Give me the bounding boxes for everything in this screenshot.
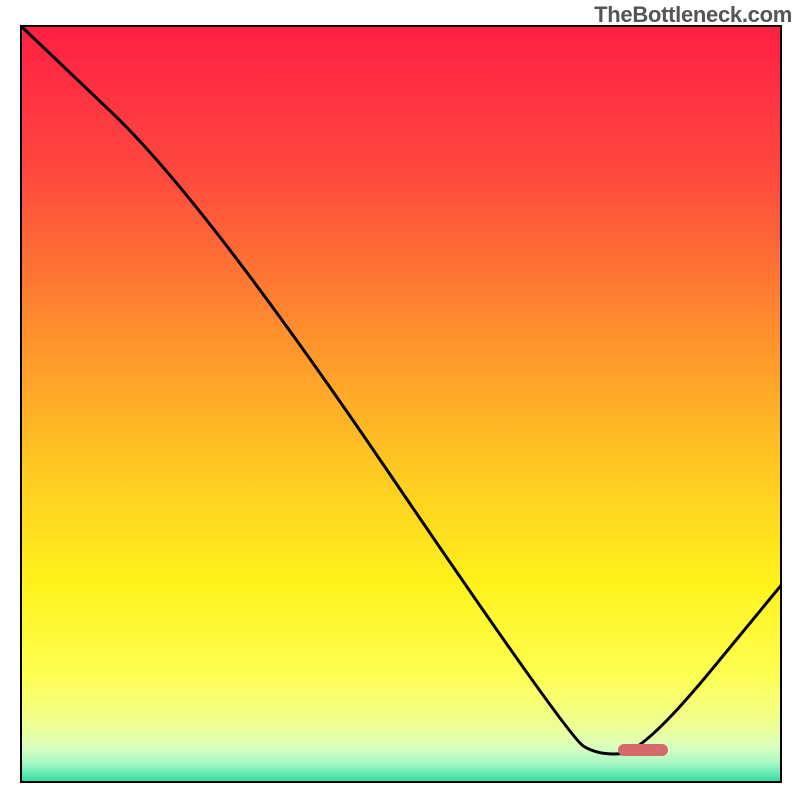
bottleneck-chart (0, 0, 800, 800)
optimal-marker (618, 744, 668, 756)
chart-container: TheBottleneck.com (0, 0, 800, 800)
gradient-background (21, 26, 781, 782)
